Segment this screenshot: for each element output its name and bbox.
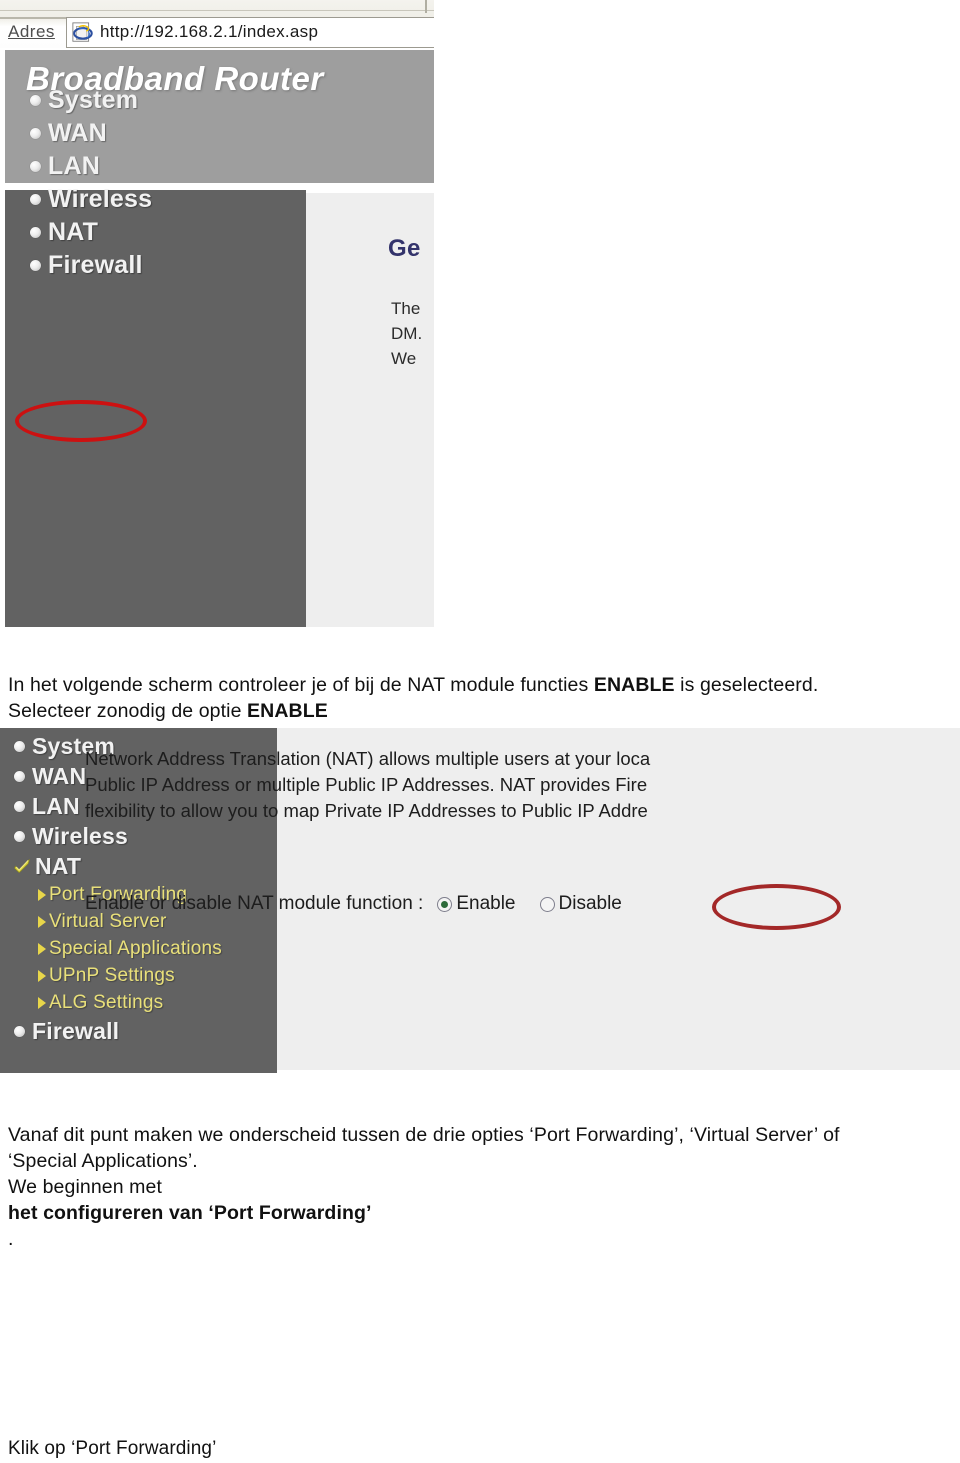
dot-bullet-icon <box>30 194 41 205</box>
dot-bullet-icon <box>30 227 41 238</box>
radio-disable[interactable] <box>539 896 555 912</box>
sidebar-item-nat-selected[interactable]: NAT <box>14 851 222 881</box>
paragraph2-line2: ‘Special Applications’. <box>8 1150 198 1172</box>
sidebar-subitem-label: UPnP Settings <box>49 964 175 986</box>
nat-description-line: Network Address Translation (NAT) allows… <box>85 748 651 769</box>
sidebar-item-firewall[interactable]: Firewall <box>30 249 152 282</box>
sidebar-item-label: LAN <box>48 152 100 180</box>
paragraph1-line2-part-a: Selecteer zonodig de optie <box>8 700 248 722</box>
sidebar-item-special-applications[interactable]: Special Applications <box>38 935 222 962</box>
radio-enable-label: Enable <box>456 893 516 914</box>
sidebar-item-label: Wireless <box>32 822 129 849</box>
dot-bullet-icon <box>30 95 41 106</box>
sidebar-item-system[interactable]: System <box>30 84 152 117</box>
sidebar-item-alg-settings[interactable]: ALG Settings <box>38 989 222 1016</box>
sidebar-item-firewall[interactable]: Firewall <box>14 1016 222 1046</box>
sidebar-item-label: System <box>48 86 139 114</box>
content-body-line: The <box>391 299 421 318</box>
dot-bullet-icon <box>14 830 25 842</box>
toolbar-divider-top <box>0 10 434 11</box>
arrow-bullet-icon <box>38 996 46 1009</box>
sidebar-subitem-label: Special Applications <box>49 937 222 959</box>
paragraph1-line1-emphasis: ENABLE <box>593 674 675 696</box>
content-body-clipped: The DM. We <box>391 296 434 371</box>
content-body-line: We <box>391 349 417 368</box>
paragraph1-line1-part-a: In het volgende scherm controleer je of … <box>8 674 594 696</box>
sidebar-item-label: NAT <box>48 218 99 246</box>
nat-description-line: Public IP Address or multiple Public IP … <box>85 774 648 795</box>
paragraph2-line3-emphasis: het configureren van ‘Port Forwarding’ <box>8 1202 372 1224</box>
content-body-line: DM. <box>391 324 423 343</box>
address-bar-input[interactable]: http://192.168.2.1/index.asp <box>66 17 434 48</box>
dot-bullet-icon <box>14 800 25 812</box>
sidebar-item-label: NAT <box>35 852 82 879</box>
dot-bullet-icon <box>30 128 41 139</box>
router-nav-1: System WAN LAN Wireless NAT Firewall <box>30 84 152 282</box>
paragraph2-line3: We beginnen met het configureren van ‘Po… <box>8 1174 952 1252</box>
sidebar-item-lan[interactable]: LAN <box>30 150 152 183</box>
sidebar-item-label: Wireless <box>48 185 153 213</box>
sidebar-subitem-label: ALG Settings <box>49 991 164 1013</box>
sidebar-item-label: WAN <box>32 762 87 789</box>
checkmark-icon <box>14 859 30 874</box>
sidebar-item-label: LAN <box>32 792 80 819</box>
nat-description-line: flexibility to allow you to map Private … <box>85 800 648 821</box>
toolbar-notch <box>425 0 427 13</box>
instruction-paragraph-1: In het volgende scherm controleer je of … <box>8 672 952 724</box>
sidebar-item-label: Firewall <box>32 1017 120 1044</box>
sidebar-item-upnp-settings[interactable]: UPnP Settings <box>38 962 222 989</box>
dot-bullet-icon <box>30 161 41 172</box>
radio-disable-label: Disable <box>558 893 622 914</box>
sidebar-item-nat[interactable]: NAT <box>30 216 152 249</box>
router-screenshot-nat: System WAN LAN Wireless NAT Port Forward… <box>0 728 960 1073</box>
paragraph2-line3-part-b: . <box>8 1228 14 1250</box>
content-heading-clipped: Ge <box>388 235 421 262</box>
sidebar-item-wireless[interactable]: Wireless <box>30 183 152 216</box>
address-bar-label-text: Adres <box>8 22 55 41</box>
sidebar-item-wireless[interactable]: Wireless <box>14 821 222 851</box>
radio-enable[interactable] <box>437 896 453 912</box>
paragraph2-line3-part-a: We beginnen met <box>8 1176 162 1198</box>
arrow-bullet-icon <box>38 942 46 955</box>
paragraph1-line1-part-b: is geselecteerd. <box>674 674 819 696</box>
nat-module-setting-label: Enable or disable NAT module function : <box>85 893 424 914</box>
instruction-paragraph-3: Klik op ‘Port Forwarding’ <box>8 1438 217 1459</box>
arrow-bullet-icon <box>38 888 46 901</box>
dot-bullet-icon <box>30 260 41 271</box>
browser-screenshot-top: Adres http://192.168.2.1/index.asp Broad… <box>0 0 434 628</box>
dot-bullet-icon <box>14 740 25 752</box>
nat-module-setting-row: Enable or disable NAT module function : … <box>85 893 632 915</box>
paragraph2-line1: Vanaf dit punt maken we onderscheid tuss… <box>8 1124 840 1146</box>
nat-description: Network Address Translation (NAT) allows… <box>85 746 685 824</box>
sidebar-item-wan[interactable]: WAN <box>30 117 152 150</box>
dot-bullet-icon <box>14 1025 25 1037</box>
sidebar-item-label: Firewall <box>48 251 143 279</box>
arrow-bullet-icon <box>38 915 46 928</box>
dot-bullet-icon <box>14 770 25 782</box>
arrow-bullet-icon <box>38 969 46 982</box>
internet-explorer-icon <box>72 22 93 42</box>
sidebar-item-label: WAN <box>48 119 107 147</box>
paragraph1-line2: Selecteer zonodig de optie ENABLE <box>8 698 952 724</box>
paragraph1-line1: In het volgende scherm controleer je of … <box>8 674 818 696</box>
instruction-paragraph-2: Vanaf dit punt maken we onderscheid tuss… <box>8 1122 952 1252</box>
address-bar-url-text: http://192.168.2.1/index.asp <box>100 22 319 41</box>
paragraph1-line2-emphasis: ENABLE <box>247 700 328 722</box>
address-bar-label: Adres <box>8 22 55 42</box>
